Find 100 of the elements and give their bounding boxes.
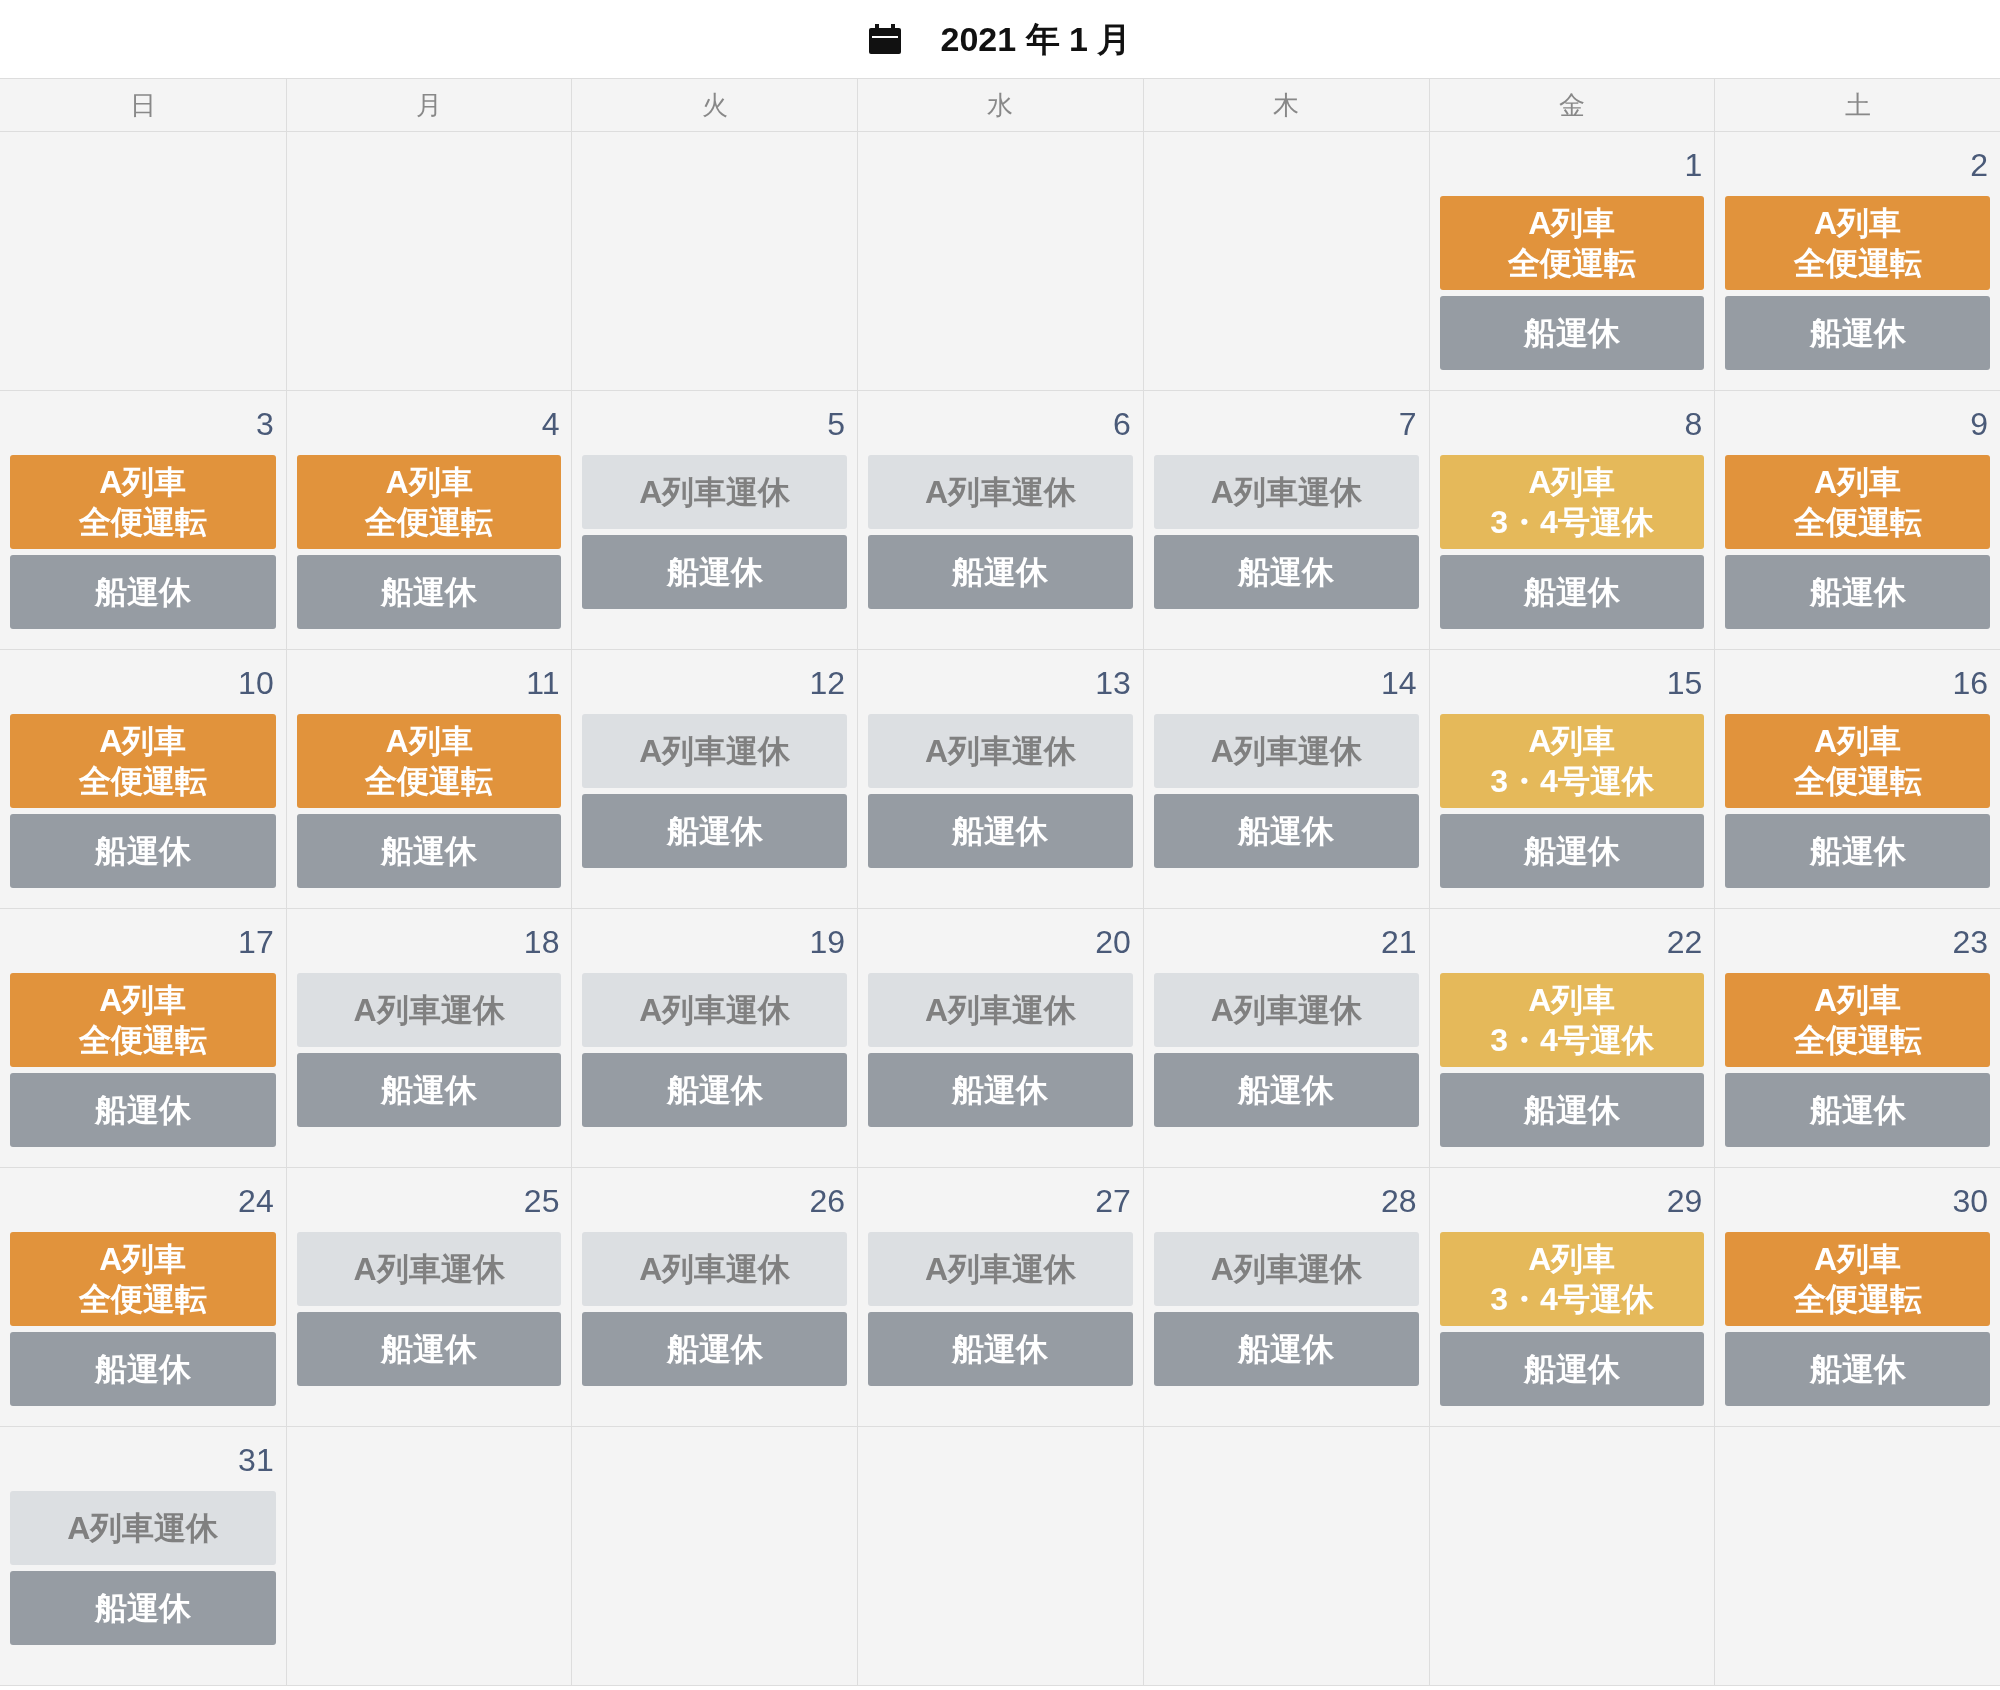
ship-suspended-event[interactable]: 船運休: [1439, 296, 1705, 370]
ship-suspended-event[interactable]: 船運休: [1153, 1312, 1419, 1386]
ship-suspended-event[interactable]: 船運休: [582, 535, 848, 609]
day-number: 1: [1684, 146, 1703, 185]
train-suspended-event[interactable]: A列車運休: [868, 455, 1133, 529]
ship-suspended-event[interactable]: 船運休: [1725, 555, 1990, 629]
day-number: 12: [809, 664, 846, 703]
day-number: 9: [1970, 405, 1988, 444]
day-number: 24: [238, 1182, 274, 1221]
weekday-label: 金: [1558, 88, 1585, 122]
weekday-label: 火: [701, 88, 728, 122]
train-suspended-event[interactable]: A列車運休: [1153, 1232, 1419, 1306]
day-number: 20: [1095, 923, 1131, 962]
day-number: 7: [1398, 405, 1417, 444]
ship-suspended-event[interactable]: 船運休: [1725, 1073, 1990, 1147]
train-suspended-event[interactable]: A列車運休: [582, 714, 848, 788]
train-operating-event[interactable]: A列車 全便運転: [10, 973, 276, 1067]
ship-suspended-event[interactable]: 船運休: [10, 1332, 276, 1406]
train-operating-event[interactable]: A列車 全便運転: [1725, 455, 1990, 549]
ship-suspended-event[interactable]: 船運休: [868, 1053, 1133, 1127]
day-number: 26: [809, 1182, 846, 1221]
ship-suspended-event[interactable]: 船運休: [1153, 535, 1419, 609]
train-operating-event[interactable]: A列車 全便運転: [1725, 1232, 1990, 1326]
weekday-label: 日: [129, 88, 156, 122]
train-partial-event[interactable]: A列車 3・4号運休: [1439, 455, 1705, 549]
ship-suspended-event[interactable]: 船運休: [1439, 555, 1705, 629]
ship-suspended-event[interactable]: 船運休: [1439, 1073, 1705, 1147]
train-suspended-event[interactable]: A列車運休: [582, 455, 848, 529]
train-suspended-event[interactable]: A列車運休: [1153, 714, 1419, 788]
ship-suspended-event[interactable]: 船運休: [582, 1053, 848, 1127]
train-operating-event[interactable]: A列車 全便運転: [10, 714, 276, 808]
ship-suspended-event[interactable]: 船運休: [296, 814, 562, 888]
ship-suspended-event[interactable]: 船運休: [1725, 814, 1990, 888]
train-operating-event[interactable]: A列車 全便運転: [1725, 973, 1990, 1067]
train-partial-event[interactable]: A列車 3・4号運休: [1439, 1232, 1705, 1326]
train-suspended-event[interactable]: A列車運休: [868, 714, 1133, 788]
train-operating-event[interactable]: A列車 全便運転: [10, 455, 276, 549]
day-number: 29: [1666, 1182, 1703, 1221]
train-suspended-event[interactable]: A列車運休: [296, 1232, 562, 1306]
day-number: 21: [1380, 923, 1417, 962]
calendar-icon: [868, 24, 901, 54]
ship-suspended-event[interactable]: 船運休: [868, 535, 1133, 609]
ship-suspended-event[interactable]: 船運休: [296, 1312, 562, 1386]
train-suspended-event[interactable]: A列車運休: [1153, 973, 1419, 1047]
train-suspended-event[interactable]: A列車運休: [582, 973, 848, 1047]
train-partial-event[interactable]: A列車 3・4号運休: [1439, 973, 1705, 1067]
day-number: 15: [1666, 664, 1703, 703]
day-number: 27: [1095, 1182, 1131, 1221]
train-suspended-event[interactable]: A列車運休: [868, 973, 1133, 1047]
weekday-label: 水: [987, 88, 1014, 122]
day-number: 2: [1970, 146, 1988, 185]
day-number: 6: [1113, 405, 1131, 444]
weekday-label: 土: [1844, 88, 1871, 122]
day-number: 13: [1095, 664, 1131, 703]
ship-suspended-event[interactable]: 船運休: [868, 1312, 1133, 1386]
weekday-label: 木: [1273, 88, 1300, 122]
ship-suspended-event[interactable]: 船運休: [1725, 1332, 1990, 1406]
day-number: 18: [523, 923, 560, 962]
day-number: 3: [255, 405, 274, 444]
train-suspended-event[interactable]: A列車運休: [10, 1491, 276, 1565]
ship-suspended-event[interactable]: 船運休: [1439, 1332, 1705, 1406]
train-operating-event[interactable]: A列車 全便運転: [1725, 196, 1990, 290]
day-number: 19: [809, 923, 846, 962]
ship-suspended-event[interactable]: 船運休: [582, 1312, 848, 1386]
train-suspended-event[interactable]: A列車運休: [1153, 455, 1419, 529]
ship-suspended-event[interactable]: 船運休: [10, 1571, 276, 1645]
train-operating-event[interactable]: A列車 全便運転: [10, 1232, 276, 1326]
day-number: 4: [541, 405, 560, 444]
day-number: 8: [1684, 405, 1703, 444]
day-number: 10: [238, 664, 274, 703]
train-operating-event[interactable]: A列車 全便運転: [1725, 714, 1990, 808]
train-operating-event[interactable]: A列車 全便運転: [296, 714, 562, 808]
day-number: 14: [1380, 664, 1417, 703]
day-number: 5: [827, 405, 846, 444]
train-suspended-event[interactable]: A列車運休: [868, 1232, 1133, 1306]
ship-suspended-event[interactable]: 船運休: [1439, 814, 1705, 888]
weekday-label: 月: [416, 88, 443, 122]
day-number: 30: [1952, 1182, 1988, 1221]
ship-suspended-event[interactable]: 船運休: [582, 794, 848, 868]
ship-suspended-event[interactable]: 船運休: [10, 814, 276, 888]
day-number: 16: [1952, 664, 1988, 703]
train-suspended-event[interactable]: A列車運休: [296, 973, 562, 1047]
day-number: 25: [523, 1182, 560, 1221]
day-number: 17: [238, 923, 274, 962]
ship-suspended-event[interactable]: 船運休: [868, 794, 1133, 868]
train-partial-event[interactable]: A列車 3・4号運休: [1439, 714, 1705, 808]
ship-suspended-event[interactable]: 船運休: [296, 555, 562, 629]
ship-suspended-event[interactable]: 船運休: [1725, 296, 1990, 370]
day-number: 23: [1952, 923, 1988, 962]
day-number: 11: [526, 664, 560, 703]
day-number: 22: [1666, 923, 1703, 962]
train-operating-event[interactable]: A列車 全便運転: [1439, 196, 1705, 290]
ship-suspended-event[interactable]: 船運休: [10, 555, 276, 629]
ship-suspended-event[interactable]: 船運休: [1153, 794, 1419, 868]
ship-suspended-event[interactable]: 船運休: [10, 1073, 276, 1147]
ship-suspended-event[interactable]: 船運休: [1153, 1053, 1419, 1127]
ship-suspended-event[interactable]: 船運休: [296, 1053, 562, 1127]
month-title: 2021 年 1 月: [940, 18, 1132, 60]
train-operating-event[interactable]: A列車 全便運転: [296, 455, 562, 549]
train-suspended-event[interactable]: A列車運休: [582, 1232, 848, 1306]
